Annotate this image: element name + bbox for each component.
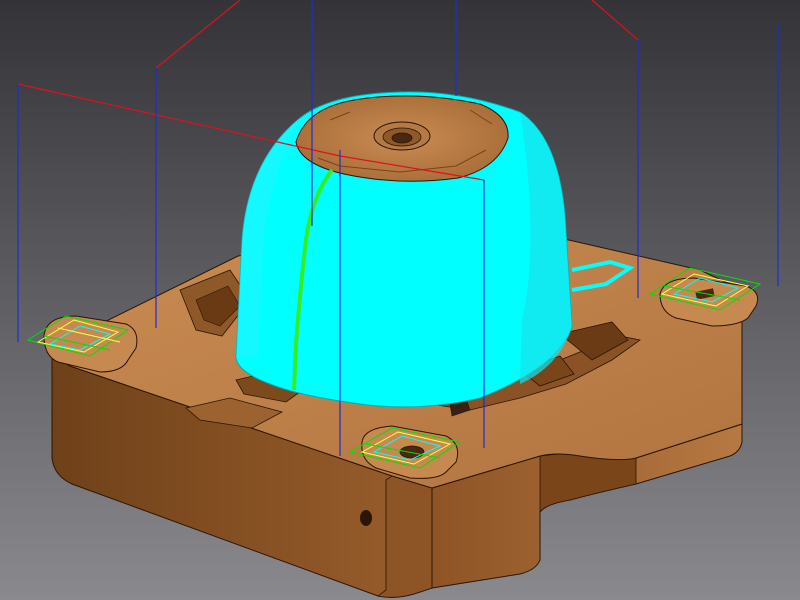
pad-front-hole	[399, 445, 425, 459]
dome-center-hole	[391, 132, 413, 144]
block-front-corner	[377, 475, 433, 598]
dome-core[interactable]	[235, 91, 573, 408]
block-side-hole	[360, 510, 372, 526]
3d-viewport[interactable]	[0, 0, 800, 600]
